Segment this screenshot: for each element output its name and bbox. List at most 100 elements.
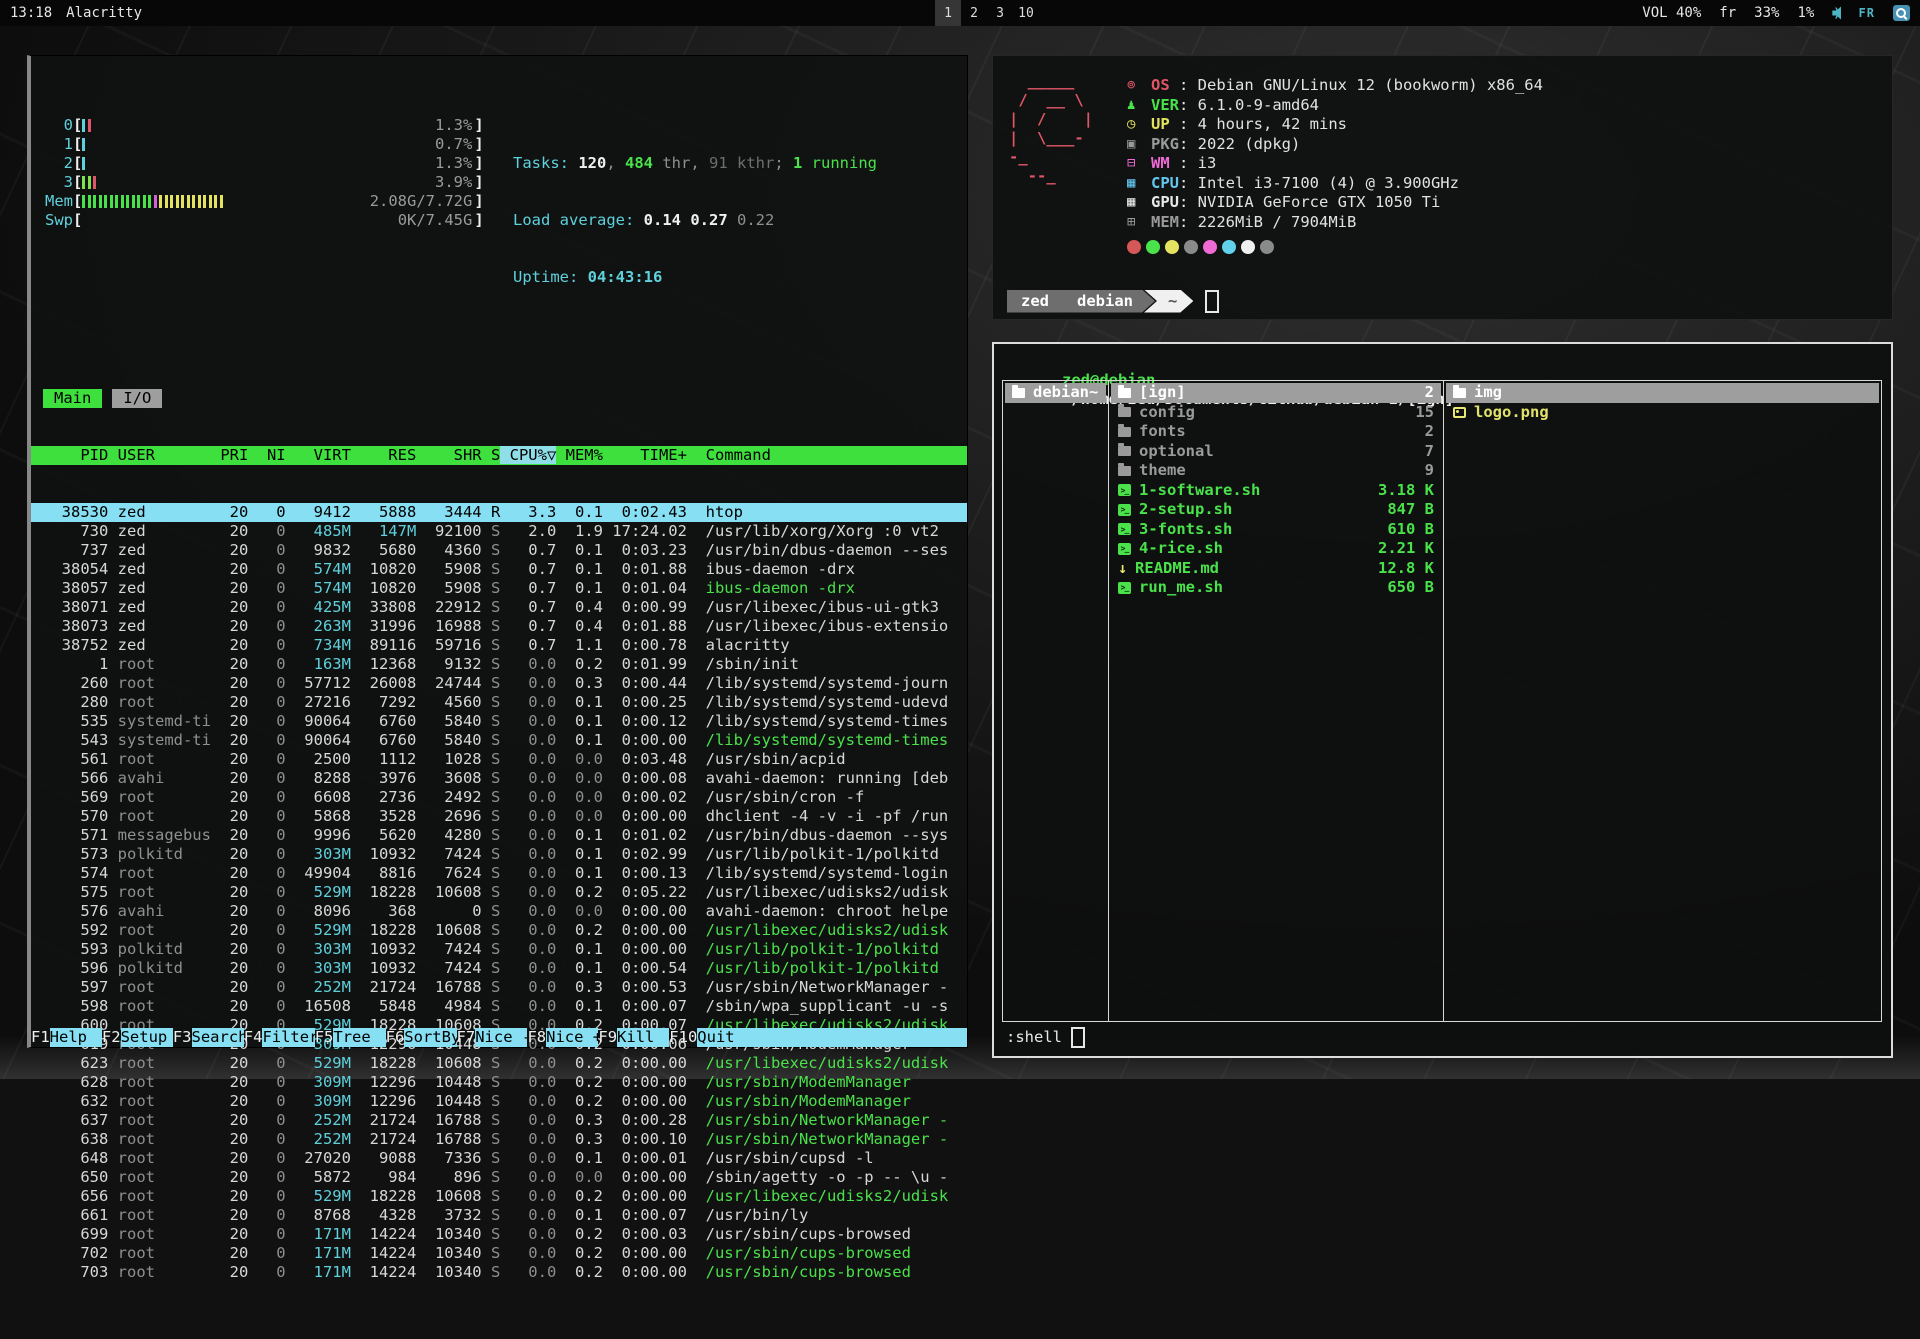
- fkey-f8[interactable]: F8Nice +: [527, 1028, 598, 1047]
- column-header[interactable]: USER: [118, 446, 211, 464]
- process-table-header[interactable]: PID USER PRI NI VIRT RES SHR S CPU%▽ MEM…: [31, 446, 967, 465]
- process-row[interactable]: 702 root 20 0 171M 14224 10340 S 0.0 0.2…: [31, 1244, 967, 1263]
- column-header[interactable]: MEM%: [556, 446, 603, 464]
- process-row[interactable]: 38752 zed 20 0 734M 89116 59716 S 0.7 1.…: [31, 636, 967, 655]
- process-row[interactable]: 650 root 20 0 5872 984 896 S 0.0 0.0 0:0…: [31, 1168, 967, 1187]
- process-row[interactable]: 632 root 20 0 309M 12296 10448 S 0.0 0.2…: [31, 1092, 967, 1111]
- file-row-fonts[interactable]: fonts2: [1111, 422, 1441, 442]
- process-row[interactable]: 637 root 20 0 252M 21724 16788 S 0.0 0.3…: [31, 1111, 967, 1130]
- process-row[interactable]: 573 polkitd 20 0 303M 10932 7424 S 0.0 0…: [31, 845, 967, 864]
- folder-icon: [1118, 407, 1131, 417]
- workspace-button-2[interactable]: 2: [961, 0, 987, 26]
- file-panes-container: debian~ [ign]2config15fonts2optional7the…: [1002, 380, 1882, 1022]
- process-row[interactable]: 38073 zed 20 0 263M 31996 16988 S 0.7 0.…: [31, 617, 967, 636]
- column-header[interactable]: S: [482, 446, 501, 464]
- file-row-1softwaresh[interactable]: >_1-software.sh3.18 K: [1111, 481, 1441, 501]
- process-row[interactable]: 623 root 20 0 529M 18228 10608 S 0.0 0.2…: [31, 1054, 967, 1073]
- process-row[interactable]: 566 avahi 20 0 8288 3976 3608 S 0.0 0.0 …: [31, 769, 967, 788]
- process-row[interactable]: 535 systemd-ti 20 0 90064 6760 5840 S 0.…: [31, 712, 967, 731]
- process-row[interactable]: 730 zed 20 0 485M 147M 92100 S 2.0 1.9 1…: [31, 522, 967, 541]
- cpu-meter-3: 3[3.9%]: [43, 173, 513, 192]
- process-row[interactable]: 571 messagebus 20 0 9996 5620 4280 S 0.0…: [31, 826, 967, 845]
- process-row[interactable]: 593 polkitd 20 0 303M 10932 7424 S 0.0 0…: [31, 940, 967, 959]
- shell-prompt[interactable]: zed debian ~: [1007, 288, 1219, 314]
- process-row[interactable]: 597 root 20 0 252M 21724 16788 S 0.0 0.3…: [31, 978, 967, 997]
- process-row[interactable]: 656 root 20 0 529M 18228 10608 S 0.0 0.2…: [31, 1187, 967, 1206]
- column-header[interactable]: CPU%▽: [500, 446, 556, 464]
- fkey-f5[interactable]: F5Tree: [315, 1028, 386, 1047]
- process-row[interactable]: 576 avahi 20 0 8096 368 0 S 0.0 0.0 0:00…: [31, 902, 967, 921]
- fkey-f1[interactable]: F1Help: [31, 1028, 102, 1047]
- file-row-run_mesh[interactable]: >_run_me.sh650 B: [1111, 578, 1441, 598]
- process-row[interactable]: 648 root 20 0 27020 9088 7336 S 0.0 0.1 …: [31, 1149, 967, 1168]
- script-icon: >_: [1118, 582, 1131, 594]
- column-header[interactable]: TIME+: [603, 446, 687, 464]
- process-row[interactable]: 38530 zed 20 0 9412 5888 3444 R 3.3 0.1 …: [31, 503, 967, 522]
- file-row-optional[interactable]: optional7: [1111, 442, 1441, 462]
- process-row[interactable]: 598 root 20 0 16508 5848 4984 S 0.0 0.1 …: [31, 997, 967, 1016]
- file-row-config[interactable]: config15: [1111, 403, 1441, 423]
- process-row[interactable]: 661 root 20 0 8768 4328 3732 S 0.0 0.1 0…: [31, 1206, 967, 1225]
- column-header[interactable]: PRI: [211, 446, 248, 464]
- process-row[interactable]: 38054 zed 20 0 574M 10820 5908 S 0.7 0.1…: [31, 560, 967, 579]
- magnifier-tray-icon[interactable]: [1893, 5, 1910, 21]
- process-row[interactable]: 569 root 20 0 6608 2736 2492 S 0.0 0.0 0…: [31, 788, 967, 807]
- process-row[interactable]: 1 root 20 0 163M 12368 9132 S 0.0 0.2 0:…: [31, 655, 967, 674]
- file-row-img[interactable]: img: [1446, 383, 1879, 403]
- penguin-icon: ♟: [1127, 96, 1151, 115]
- file-row-logopng[interactable]: logo.png: [1446, 403, 1879, 423]
- process-row[interactable]: 737 zed 20 0 9832 5680 4360 S 0.7 0.1 0:…: [31, 541, 967, 560]
- folder-icon: [1012, 388, 1025, 398]
- htop-tab-io[interactable]: I/O: [112, 389, 162, 408]
- function-key-bar: F1Help F2Setup F3SearchF4FilterF5Tree F6…: [31, 1028, 967, 1047]
- column-header[interactable]: RES: [351, 446, 416, 464]
- process-row[interactable]: 570 root 20 0 5868 3528 2696 S 0.0 0.0 0…: [31, 807, 967, 826]
- command-line[interactable]: :shell: [1006, 1027, 1085, 1048]
- fkey-f7[interactable]: F7Nice -: [457, 1028, 528, 1047]
- process-row[interactable]: 561 root 20 0 2500 1112 1028 S 0.0 0.0 0…: [31, 750, 967, 769]
- fkey-f4[interactable]: F4Filter: [244, 1028, 315, 1047]
- process-row[interactable]: 574 root 20 0 49904 8816 7624 S 0.0 0.1 …: [31, 864, 967, 883]
- folder-icon: [1118, 388, 1131, 398]
- process-row[interactable]: 703 root 20 0 171M 14224 10340 S 0.0 0.2…: [31, 1263, 967, 1282]
- speaker-icon[interactable]: ): [1832, 6, 1840, 20]
- fkey-f6[interactable]: F6SortBy: [386, 1028, 457, 1047]
- fkey-f9[interactable]: F9Kill: [598, 1028, 669, 1047]
- color-dot: [1127, 240, 1141, 254]
- column-header[interactable]: VIRT: [286, 446, 351, 464]
- process-row[interactable]: 260 root 20 0 57712 26008 24744 S 0.0 0.…: [31, 674, 967, 693]
- process-row[interactable]: 592 root 20 0 529M 18228 10608 S 0.0 0.2…: [31, 921, 967, 940]
- process-row[interactable]: 638 root 20 0 252M 21724 16788 S 0.0 0.3…: [31, 1130, 967, 1149]
- column-header[interactable]: SHR: [416, 446, 481, 464]
- htop-window: 0[1.3%]1[0.7%]2[1.3%]3[3.9%]Mem[2.08G/7.…: [27, 55, 968, 1048]
- workspace-button-3[interactable]: 3: [987, 0, 1013, 26]
- file-row-4ricesh[interactable]: >_4-rice.sh2.21 K: [1111, 539, 1441, 559]
- file-row-theme[interactable]: theme9: [1111, 461, 1441, 481]
- workspace-button-10[interactable]: 10: [1013, 0, 1039, 26]
- process-row[interactable]: 628 root 20 0 309M 12296 10448 S 0.0 0.2…: [31, 1073, 967, 1092]
- column-header[interactable]: Command: [687, 446, 771, 464]
- file-row-3fontssh[interactable]: >_3-fonts.sh610 B: [1111, 520, 1441, 540]
- process-row[interactable]: 543 systemd-ti 20 0 90064 6760 5840 S 0.…: [31, 731, 967, 750]
- file-row-2setupsh[interactable]: >_2-setup.sh847 B: [1111, 500, 1441, 520]
- process-row[interactable]: 38057 zed 20 0 574M 10820 5908 S 0.7 0.1…: [31, 579, 967, 598]
- process-row[interactable]: 280 root 20 0 27216 7292 4560 S 0.0 0.1 …: [31, 693, 967, 712]
- package-icon: ▣: [1127, 135, 1151, 154]
- file-row-READMEmd[interactable]: ↓README.md12.8 K: [1111, 559, 1441, 579]
- htop-tab-main[interactable]: Main: [43, 389, 102, 408]
- process-row[interactable]: 575 root 20 0 529M 18228 10608 S 0.0 0.2…: [31, 883, 967, 902]
- column-header[interactable]: PID: [43, 446, 118, 464]
- keyboard-layout-badge[interactable]: FR: [1859, 6, 1875, 20]
- process-row[interactable]: 596 polkitd 20 0 303M 10932 7424 S 0.0 0…: [31, 959, 967, 978]
- file-row-ign[interactable]: [ign]2: [1111, 383, 1441, 403]
- column-header[interactable]: NI: [248, 446, 285, 464]
- fkey-f2[interactable]: F2Setup: [102, 1028, 173, 1047]
- parent-pane: debian~: [1005, 383, 1106, 1019]
- fkey-f10[interactable]: F10Quit: [669, 1028, 967, 1047]
- file-row-debian[interactable]: debian~: [1005, 383, 1106, 403]
- process-row[interactable]: 38071 zed 20 0 425M 33808 22912 S 0.7 0.…: [31, 598, 967, 617]
- fkey-f3[interactable]: F3Search: [173, 1028, 244, 1047]
- process-row[interactable]: 699 root 20 0 171M 14224 10340 S 0.0 0.2…: [31, 1225, 967, 1244]
- tasks-line: Tasks: 120, 484 thr, 91 kthr; 1 running: [513, 154, 877, 173]
- workspace-button-1[interactable]: 1: [935, 0, 961, 26]
